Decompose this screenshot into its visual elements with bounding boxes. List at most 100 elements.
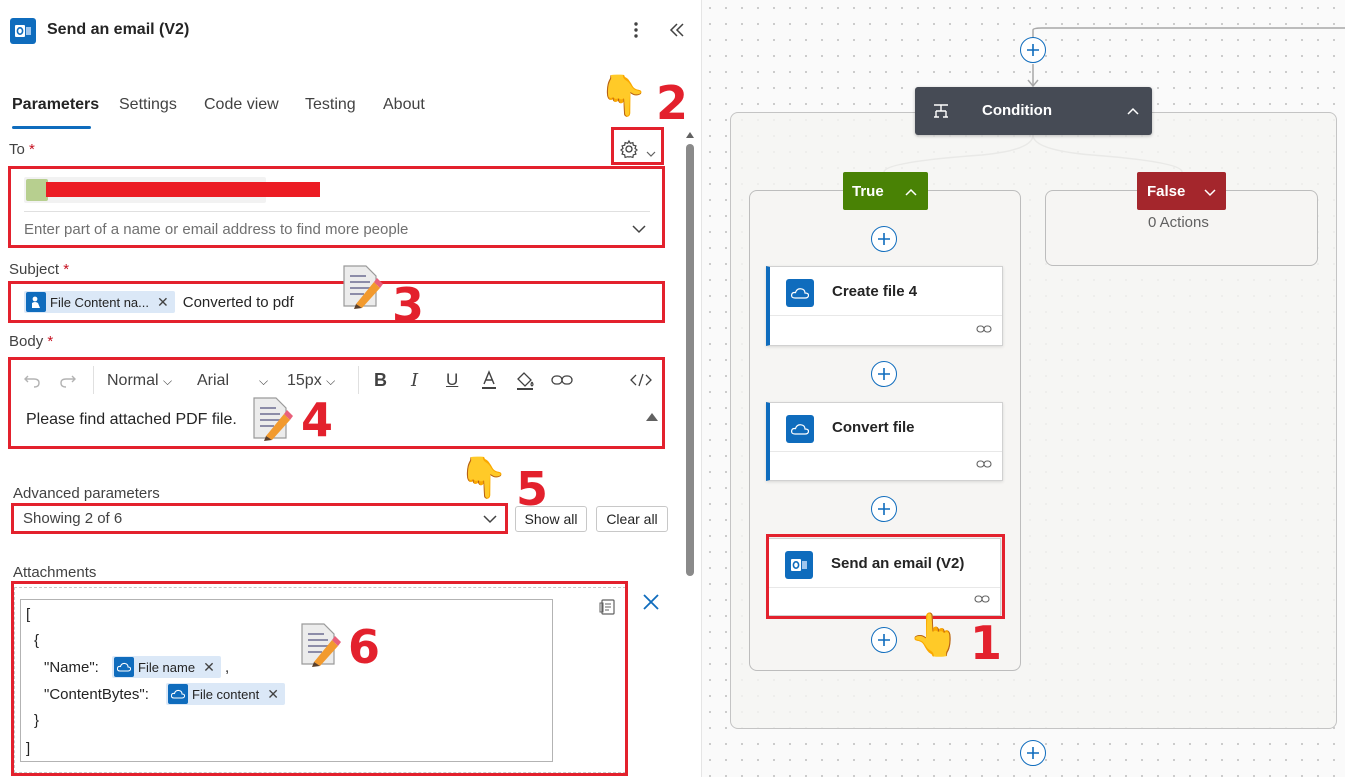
link-icon[interactable] — [551, 372, 573, 388]
gear-icon[interactable] — [619, 139, 639, 159]
pointing-hand-icon: 👇 — [598, 74, 648, 118]
redacted-recipient — [46, 182, 320, 197]
json-open-brace: { — [34, 632, 40, 649]
json-name-key: "Name": — [44, 659, 99, 676]
tab-parameters[interactable]: Parameters — [12, 96, 99, 114]
body-editor[interactable]: Please find attached PDF file. — [26, 411, 237, 429]
more-options-icon[interactable] — [628, 18, 644, 42]
body-label: Body * — [9, 333, 54, 350]
onedrive-icon — [786, 415, 814, 443]
tab-about[interactable]: About — [383, 96, 425, 114]
node-divider — [770, 315, 1002, 316]
advanced-dropdown-chevron-icon[interactable] — [482, 512, 498, 526]
annotation-number: 3 — [392, 278, 425, 332]
node-title: Create file 4 — [832, 283, 918, 300]
json-content-key: "ContentBytes": — [44, 686, 149, 703]
flow-designer-canvas[interactable]: Condition True False 0 Actions Create fi… — [702, 0, 1345, 777]
annotation-number: 4 — [301, 393, 334, 447]
onedrive-icon — [168, 684, 188, 704]
memo-pencil-icon — [294, 620, 342, 668]
add-step-button[interactable] — [871, 627, 897, 653]
to-input[interactable]: Enter part of a name or email address to… — [24, 221, 408, 238]
onedrive-icon — [786, 279, 814, 307]
remove-token-icon[interactable]: ✕ — [267, 686, 279, 703]
bold-icon[interactable]: B — [374, 370, 387, 391]
annotation-number: 2 — [656, 76, 689, 130]
json-close-bracket: ] — [26, 740, 31, 757]
font-family-select[interactable]: Arial ⌵ — [197, 372, 268, 390]
true-label: True — [852, 183, 884, 200]
annotation-number: 5 — [516, 462, 549, 516]
tab-testing[interactable]: Testing — [305, 96, 356, 114]
add-step-button[interactable] — [871, 361, 897, 387]
condition-node[interactable]: Condition — [915, 87, 1152, 135]
highlight-color-icon[interactable] — [514, 369, 536, 391]
tab-code-view[interactable]: Code view — [204, 96, 279, 114]
outlook-icon — [10, 18, 36, 44]
to-dropdown-chevron-icon[interactable] — [631, 222, 647, 236]
true-branch-header[interactable]: True — [843, 172, 928, 210]
attachments-json-editor[interactable] — [20, 599, 553, 762]
advanced-parameters-dropdown[interactable]: Showing 2 of 6 — [23, 510, 122, 527]
false-label: False — [1147, 183, 1186, 200]
underline-icon[interactable]: U — [446, 370, 458, 390]
add-step-button[interactable] — [1020, 740, 1046, 766]
link-icon[interactable] — [976, 456, 992, 474]
switch-to-text-mode-icon[interactable] — [598, 597, 618, 617]
subject-input[interactable]: File Content na... ✕ Converted to pdf — [24, 291, 294, 313]
node-title: Convert file — [832, 419, 915, 436]
annotation-number: 6 — [348, 620, 381, 674]
panel-title: Send an email (V2) — [47, 21, 190, 38]
editor-resize-icon[interactable] — [646, 408, 658, 421]
create-file-node[interactable]: Create file 4 — [766, 266, 1003, 346]
send-email-highlight-box — [766, 534, 1005, 619]
font-color-icon[interactable] — [480, 369, 498, 391]
file-content-name-token[interactable]: File Content na... ✕ — [24, 291, 175, 313]
file-name-token[interactable]: File name ✕ — [112, 656, 221, 678]
redo-icon[interactable] — [58, 370, 78, 390]
italic-icon[interactable]: I — [411, 370, 418, 391]
scrollbar-thumb[interactable] — [686, 144, 694, 576]
add-step-button[interactable] — [871, 226, 897, 252]
remove-token-icon[interactable]: ✕ — [203, 659, 215, 676]
annotation-number: 1 — [970, 616, 1003, 670]
subject-text: Converted to pdf — [182, 293, 294, 311]
font-size-select[interactable]: 15px ⌵ — [287, 372, 335, 390]
expand-false-icon[interactable] — [1203, 185, 1217, 197]
convert-file-node[interactable]: Convert file — [766, 402, 1003, 481]
active-tab-underline — [12, 126, 91, 129]
false-actions-count: 0 Actions — [1148, 214, 1209, 231]
manual-trigger-icon — [26, 292, 46, 312]
subject-label: Subject * — [9, 261, 70, 278]
tab-settings[interactable]: Settings — [119, 96, 177, 114]
chevron-down-icon[interactable] — [645, 146, 657, 157]
json-close-brace: } — [34, 712, 40, 729]
false-branch-header[interactable]: False — [1137, 172, 1226, 210]
memo-pencil-icon — [336, 262, 384, 310]
collapse-panel-icon[interactable] — [668, 20, 686, 40]
clear-all-button[interactable]: Clear all — [596, 506, 668, 532]
scrollbar-track[interactable] — [684, 130, 696, 577]
remove-attachments-icon[interactable] — [641, 592, 661, 612]
body-highlight-box — [8, 357, 665, 449]
toolbar-divider — [358, 366, 359, 394]
condition-icon — [932, 102, 950, 120]
to-divider — [24, 211, 650, 212]
paragraph-format-select[interactable]: Normal ⌵ — [107, 372, 172, 390]
advanced-parameters-label: Advanced parameters — [13, 485, 160, 502]
onedrive-icon — [114, 657, 134, 677]
code-view-icon[interactable] — [630, 372, 652, 388]
pointing-hand-icon: 👆 — [908, 611, 961, 658]
add-step-button[interactable] — [871, 496, 897, 522]
action-details-panel: Send an email (V2) Parameters Settings C… — [0, 0, 702, 777]
collapse-true-icon[interactable] — [904, 185, 918, 197]
file-content-token[interactable]: File content ✕ — [166, 683, 285, 705]
recipient-chip[interactable] — [24, 177, 320, 203]
add-step-button[interactable] — [1020, 37, 1046, 63]
link-icon[interactable] — [976, 321, 992, 339]
collapse-condition-icon[interactable] — [1126, 104, 1140, 116]
avatar — [26, 179, 48, 201]
undo-icon[interactable] — [22, 370, 42, 390]
json-open-bracket: [ — [26, 606, 31, 623]
remove-token-icon[interactable]: ✕ — [157, 294, 169, 311]
